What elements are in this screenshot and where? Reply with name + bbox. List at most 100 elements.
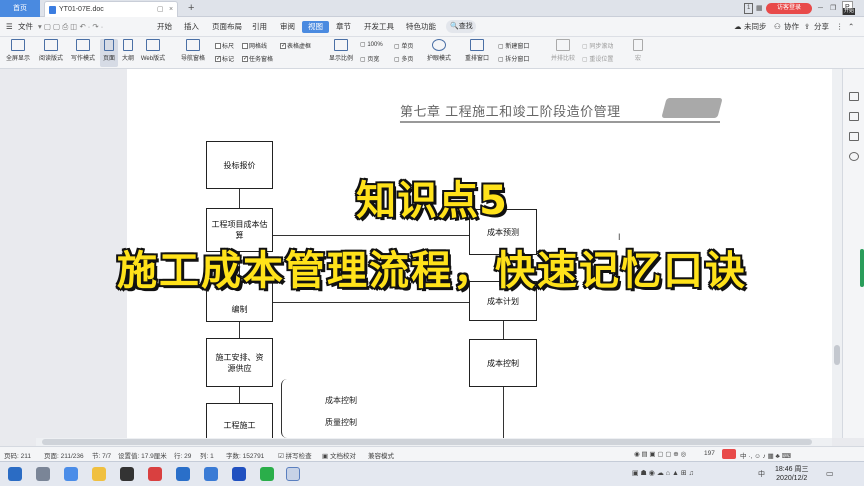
wechat-icon[interactable] xyxy=(260,467,274,481)
maximize-icon[interactable]: ❐ xyxy=(830,0,836,17)
sync-icon[interactable]: ☁ xyxy=(734,21,742,33)
folder-icon[interactable] xyxy=(92,467,106,481)
active-doc-icon[interactable] xyxy=(286,467,300,481)
gridlines-check xyxy=(242,43,248,50)
search-box[interactable]: 🔍查找 xyxy=(446,20,476,33)
ime-indicator[interactable]: 中 xyxy=(758,469,765,479)
new-tab-button[interactable]: + xyxy=(188,0,194,17)
search-label: 查找 xyxy=(458,23,473,30)
macro-button[interactable]: 宏 xyxy=(630,39,646,62)
flow-box-construction: 工程施工 xyxy=(206,403,273,438)
menu-developer[interactable]: 开发工具 xyxy=(364,21,394,33)
horizontal-scroll-thumb[interactable] xyxy=(42,439,812,445)
gridlines-checkbox[interactable]: 网格线 xyxy=(242,41,267,50)
split-window-button[interactable]: ▢ 拆分窗口 xyxy=(498,54,529,63)
outline-view-button[interactable]: 大纲 xyxy=(119,39,137,62)
ruler-checkbox[interactable]: 标尺 xyxy=(215,41,234,50)
minimize-icon[interactable]: ─ xyxy=(818,0,823,17)
quick-access-icons[interactable]: ▾ ▢ ▢ ⎙ ◫ ↶ · ↷ · xyxy=(38,21,103,33)
menu-view[interactable]: 视图 xyxy=(302,21,329,33)
writing-mode-button[interactable]: 写作模式 xyxy=(68,39,98,62)
menu-reference[interactable]: 引用 xyxy=(252,21,267,33)
overlay-title: 知识点5 xyxy=(355,177,509,226)
search-icon: 🔍 xyxy=(450,23,459,30)
horizontal-scrollbar[interactable] xyxy=(36,438,832,446)
eye-mode-button[interactable]: 护眼模式 xyxy=(424,39,454,62)
panel-icon[interactable] xyxy=(849,92,859,101)
menu-start[interactable]: 开始 xyxy=(157,21,172,33)
app-icon[interactable] xyxy=(120,467,134,481)
monitor-icon[interactable]: ▢ xyxy=(157,2,164,17)
marks-checkbox[interactable]: ✓标记 xyxy=(215,54,234,63)
file-menu[interactable]: 文件 xyxy=(18,21,33,33)
sync-status[interactable]: 未同步 xyxy=(744,21,767,33)
tab-bar: 首页 YT01-07E.doc ▢ × + 1 ▦ 访客登录 ─ ❐ P 开始 xyxy=(0,0,864,17)
menu-page-layout[interactable]: 页面布局 xyxy=(212,21,242,33)
spell-check-button[interactable]: ☑ 拼写检查 xyxy=(278,450,312,460)
menu-chapter[interactable]: 章节 xyxy=(336,21,351,33)
mail-icon[interactable] xyxy=(176,467,190,481)
share-icon[interactable]: ⇪ xyxy=(804,21,810,33)
grid-icon[interactable]: ▦ xyxy=(756,0,763,17)
view-mode-icons[interactable]: ◉ ▤ ▣ ▢ ▢ ⊕ ◎ xyxy=(634,450,686,458)
task-pane-checkbox[interactable]: ✓任务窗格 xyxy=(242,54,273,63)
hamburger-icon[interactable]: ☰ xyxy=(6,21,13,33)
nav-pane-button[interactable]: 导航窗格 xyxy=(176,39,210,62)
ime-logo-icon[interactable] xyxy=(722,449,736,459)
collapse-ribbon-icon[interactable]: ⌃ xyxy=(848,21,854,33)
help-icon[interactable] xyxy=(849,152,859,161)
collab-icon[interactable]: ⚇ xyxy=(774,21,781,33)
rearrange-window-button[interactable]: 重排窗口 xyxy=(462,39,492,62)
side-by-side-button[interactable]: 并排比较 xyxy=(548,39,578,62)
fullscreen-button[interactable]: 全屏显示 xyxy=(4,39,32,62)
single-page-button[interactable]: ▢ 单页 xyxy=(394,41,413,50)
web-layout-button[interactable]: Web版式 xyxy=(138,39,168,62)
app-icon[interactable] xyxy=(204,467,218,481)
windows-start-icon[interactable] xyxy=(8,467,22,481)
flow-connector xyxy=(273,235,469,237)
close-tab-icon[interactable]: × xyxy=(169,2,173,17)
tab-document[interactable]: YT01-07E.doc ▢ × xyxy=(44,1,178,17)
menu-insert[interactable]: 插入 xyxy=(184,21,199,33)
share-button[interactable]: 分享 xyxy=(814,21,829,33)
reset-position-button[interactable]: ▢ 重设位置 xyxy=(582,54,613,63)
ime-toolbar-icons[interactable]: 中 ·, ☺ ♪ ▦ ♣ ⌨ xyxy=(740,450,791,460)
table-frame-checkbox[interactable]: ✓表格虚框 xyxy=(280,41,311,50)
login-button[interactable]: 访客登录 xyxy=(766,3,812,14)
status-col: 列: 1 xyxy=(200,453,214,460)
page-indicator: 1 xyxy=(744,3,754,14)
reading-layout-button[interactable]: 阅读版式 xyxy=(36,39,66,62)
doc-proof-button[interactable]: ▣ 文档校对 xyxy=(322,450,356,460)
flow-line xyxy=(503,387,505,438)
tray-icons[interactable]: ▣ ☗ ◉ ☁ ⌂ ▲ ⊞ ♫ xyxy=(632,469,694,477)
wps-icon[interactable] xyxy=(232,467,246,481)
side-indicator xyxy=(860,249,864,287)
settings-icon[interactable] xyxy=(849,132,859,141)
clock[interactable]: 18:46 周三 2020/12/2 xyxy=(775,465,808,483)
flow-connector xyxy=(273,302,469,304)
eye-icon xyxy=(432,39,446,51)
nav-pane-icon xyxy=(186,39,200,51)
menu-review[interactable]: 审阅 xyxy=(280,21,295,33)
browser-icon[interactable] xyxy=(64,467,78,481)
page-width-button[interactable]: ▢ 页宽 xyxy=(360,54,379,63)
flow-box-control: 成本控制 xyxy=(469,339,537,387)
multi-page-button[interactable]: ▢ 多页 xyxy=(394,54,413,63)
vertical-scroll-thumb[interactable] xyxy=(834,345,840,365)
sync-scroll-button[interactable]: ▢ 同步滚动 xyxy=(582,41,613,50)
cursor-tool-icon[interactable] xyxy=(849,112,859,121)
zoom-ratio-button[interactable]: 显示比例 xyxy=(326,39,356,62)
tab-home[interactable]: 首页 xyxy=(0,0,40,17)
new-window-button[interactable]: ▢ 新建窗口 xyxy=(498,41,529,50)
page-view-button[interactable]: 页面 xyxy=(100,39,118,67)
app-icon[interactable] xyxy=(148,467,162,481)
more-icon[interactable]: ⋮ xyxy=(836,21,844,33)
menu-features[interactable]: 特色功能 xyxy=(406,21,436,33)
search-taskbar-icon[interactable] xyxy=(36,467,50,481)
status-pages: 页面: 211/236 xyxy=(44,453,84,460)
vertical-scrollbar[interactable] xyxy=(832,69,842,438)
collab-button[interactable]: 协作 xyxy=(784,21,799,33)
zoom-100-button[interactable]: ▢ 100% xyxy=(360,41,383,48)
brace xyxy=(281,379,291,438)
notification-icon[interactable]: ▭ xyxy=(826,469,834,478)
